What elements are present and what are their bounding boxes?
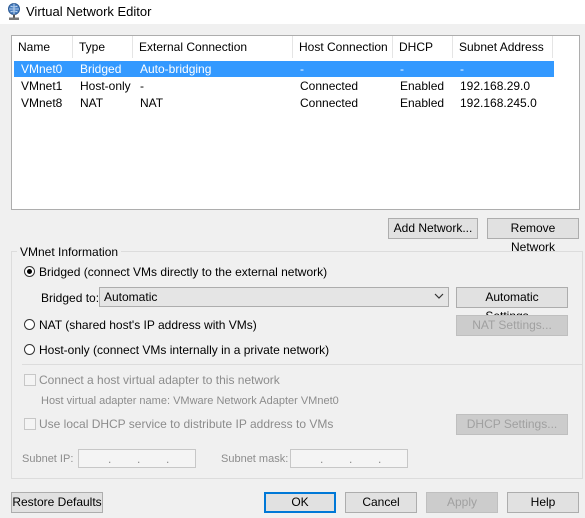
dhcp-checkbox[interactable] <box>24 418 36 430</box>
column-header-name[interactable]: Name <box>12 36 73 58</box>
cell-name: VMnet1 <box>21 79 63 93</box>
bridged-to-label: Bridged to: <box>41 291 100 305</box>
table-row-vmnet0[interactable]: VMnet0 Bridged Auto-bridging - - - <box>14 61 554 77</box>
cell-external: Auto-bridging <box>140 62 212 76</box>
bridged-to-value: Automatic <box>104 290 158 304</box>
vmnet-information-group <box>11 251 583 479</box>
help-button[interactable]: Help <box>507 492 579 513</box>
cell-host: Connected <box>300 79 359 93</box>
ok-button[interactable]: OK <box>264 492 336 513</box>
automatic-settings-button[interactable]: Automatic Settings... <box>456 287 568 323</box>
cell-dhcp: Enabled <box>400 79 445 93</box>
remove-network-button[interactable]: Remove Network <box>487 218 579 254</box>
cell-type: Host-only <box>80 79 131 93</box>
nat-label[interactable]: NAT (shared host's IP address with VMs) <box>39 318 257 332</box>
host-only-radio[interactable] <box>24 344 35 355</box>
separator <box>22 364 582 365</box>
column-header-dhcp[interactable]: DHCP <box>393 36 453 58</box>
ip-dot: . <box>378 452 382 466</box>
nat-radio[interactable] <box>24 319 35 330</box>
bridged-label[interactable]: Bridged (connect VMs directly to the ext… <box>39 265 327 279</box>
chevron-down-icon <box>434 293 444 299</box>
network-list[interactable]: Name Type External Connection Host Conne… <box>11 35 580 210</box>
cell-dhcp: Enabled <box>400 96 445 110</box>
ip-dot: . <box>166 452 170 466</box>
subnet-ip-field[interactable]: . . . <box>78 449 196 468</box>
cancel-button[interactable]: Cancel <box>345 492 417 513</box>
title-bar: Virtual Network Editor <box>0 0 585 24</box>
subnet-ip-label: Subnet IP: <box>22 453 74 465</box>
ip-dot: . <box>137 452 141 466</box>
nat-settings-button[interactable]: NAT Settings... <box>456 315 568 336</box>
cell-name: VMnet8 <box>21 96 63 110</box>
list-header: Name Type External Connection Host Conne… <box>12 36 579 58</box>
restore-defaults-button[interactable]: Restore Defaults <box>11 492 103 513</box>
table-row-vmnet1[interactable]: VMnet1 Host-only - Connected Enabled 192… <box>14 78 554 94</box>
table-row-vmnet8[interactable]: VMnet8 NAT NAT Connected Enabled 192.168… <box>14 95 554 111</box>
network-globe-icon <box>8 3 20 20</box>
radio-selected-dot <box>27 269 32 274</box>
cell-external: NAT <box>140 96 164 110</box>
ip-dot: . <box>320 452 324 466</box>
cell-dhcp: - <box>400 62 404 76</box>
cell-host: - <box>300 62 304 76</box>
cell-subnet: - <box>460 62 464 76</box>
dhcp-settings-button[interactable]: DHCP Settings... <box>456 414 568 435</box>
cell-host: Connected <box>300 96 359 110</box>
cell-type: NAT <box>80 96 104 110</box>
adapter-name-label: Host virtual adapter name: VMware Networ… <box>41 395 339 407</box>
cell-name: VMnet0 <box>21 62 63 76</box>
group-title: VMnet Information <box>17 245 122 259</box>
apply-button[interactable]: Apply <box>426 492 498 513</box>
cell-external: - <box>140 79 144 93</box>
column-header-type[interactable]: Type <box>73 36 133 58</box>
cell-subnet: 192.168.245.0 <box>460 96 537 110</box>
connect-adapter-label[interactable]: Connect a host virtual adapter to this n… <box>39 373 280 387</box>
window-title: Virtual Network Editor <box>26 4 152 19</box>
column-header-subnet-address[interactable]: Subnet Address <box>453 36 553 58</box>
bridged-radio[interactable] <box>24 266 35 277</box>
cell-subnet: 192.168.29.0 <box>460 79 531 93</box>
ip-dot: . <box>108 452 112 466</box>
add-network-button[interactable]: Add Network... <box>388 218 478 239</box>
connect-adapter-checkbox[interactable] <box>24 374 36 386</box>
column-header-host-connection[interactable]: Host Connection <box>293 36 393 58</box>
ip-dot: . <box>349 452 353 466</box>
column-header-external-connection[interactable]: External Connection <box>133 36 293 58</box>
dhcp-label[interactable]: Use local DHCP service to distribute IP … <box>39 417 333 431</box>
cell-type: Bridged <box>80 62 122 76</box>
subnet-mask-field[interactable]: . . . <box>290 449 408 468</box>
bridged-to-dropdown[interactable]: Automatic <box>99 287 449 307</box>
subnet-mask-label: Subnet mask: <box>221 453 289 465</box>
host-only-label[interactable]: Host-only (connect VMs internally in a p… <box>39 343 329 357</box>
